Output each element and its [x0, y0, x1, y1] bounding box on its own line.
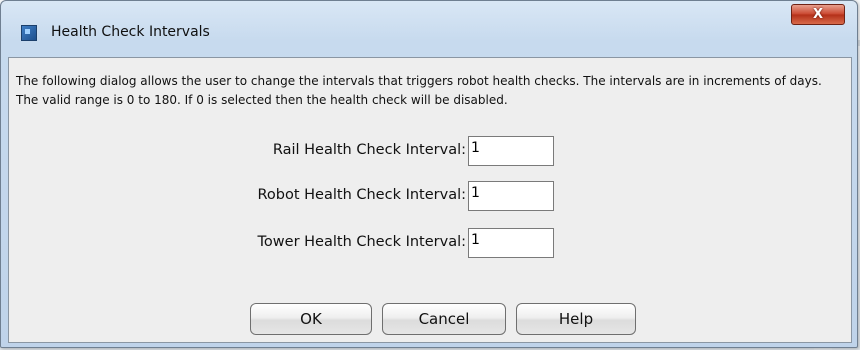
app-icon [21, 25, 37, 41]
dialog-titlebar[interactable]: Health Check Intervals X [1, 1, 857, 51]
tower-interval-label: Tower Health Check Interval: [257, 234, 466, 250]
help-button[interactable]: Help [516, 303, 636, 335]
ok-button[interactable]: OK [250, 303, 372, 335]
dialog-description: The following dialog allows the user to … [16, 74, 822, 107]
robot-interval-row: Robot Health Check Interval: 1 [9, 181, 851, 211]
close-icon: X [812, 7, 824, 22]
tower-interval-row: Tower Health Check Interval: 1 [9, 228, 851, 258]
cancel-button[interactable]: Cancel [382, 303, 506, 335]
dialog-title: Health Check Intervals [51, 24, 210, 40]
robot-interval-label: Robot Health Check Interval: [257, 187, 466, 203]
rail-interval-row: Rail Health Check Interval: 1 [9, 136, 851, 166]
rail-interval-label: Rail Health Check Interval: [272, 142, 466, 158]
close-button[interactable]: X [791, 4, 845, 25]
tower-interval-input[interactable]: 1 [468, 228, 554, 258]
robot-interval-input[interactable]: 1 [468, 181, 554, 211]
rail-interval-input[interactable]: 1 [468, 136, 554, 166]
health-check-dialog: Health Check Intervals X The following d… [0, 0, 858, 348]
dialog-content: The following dialog allows the user to … [8, 57, 852, 343]
